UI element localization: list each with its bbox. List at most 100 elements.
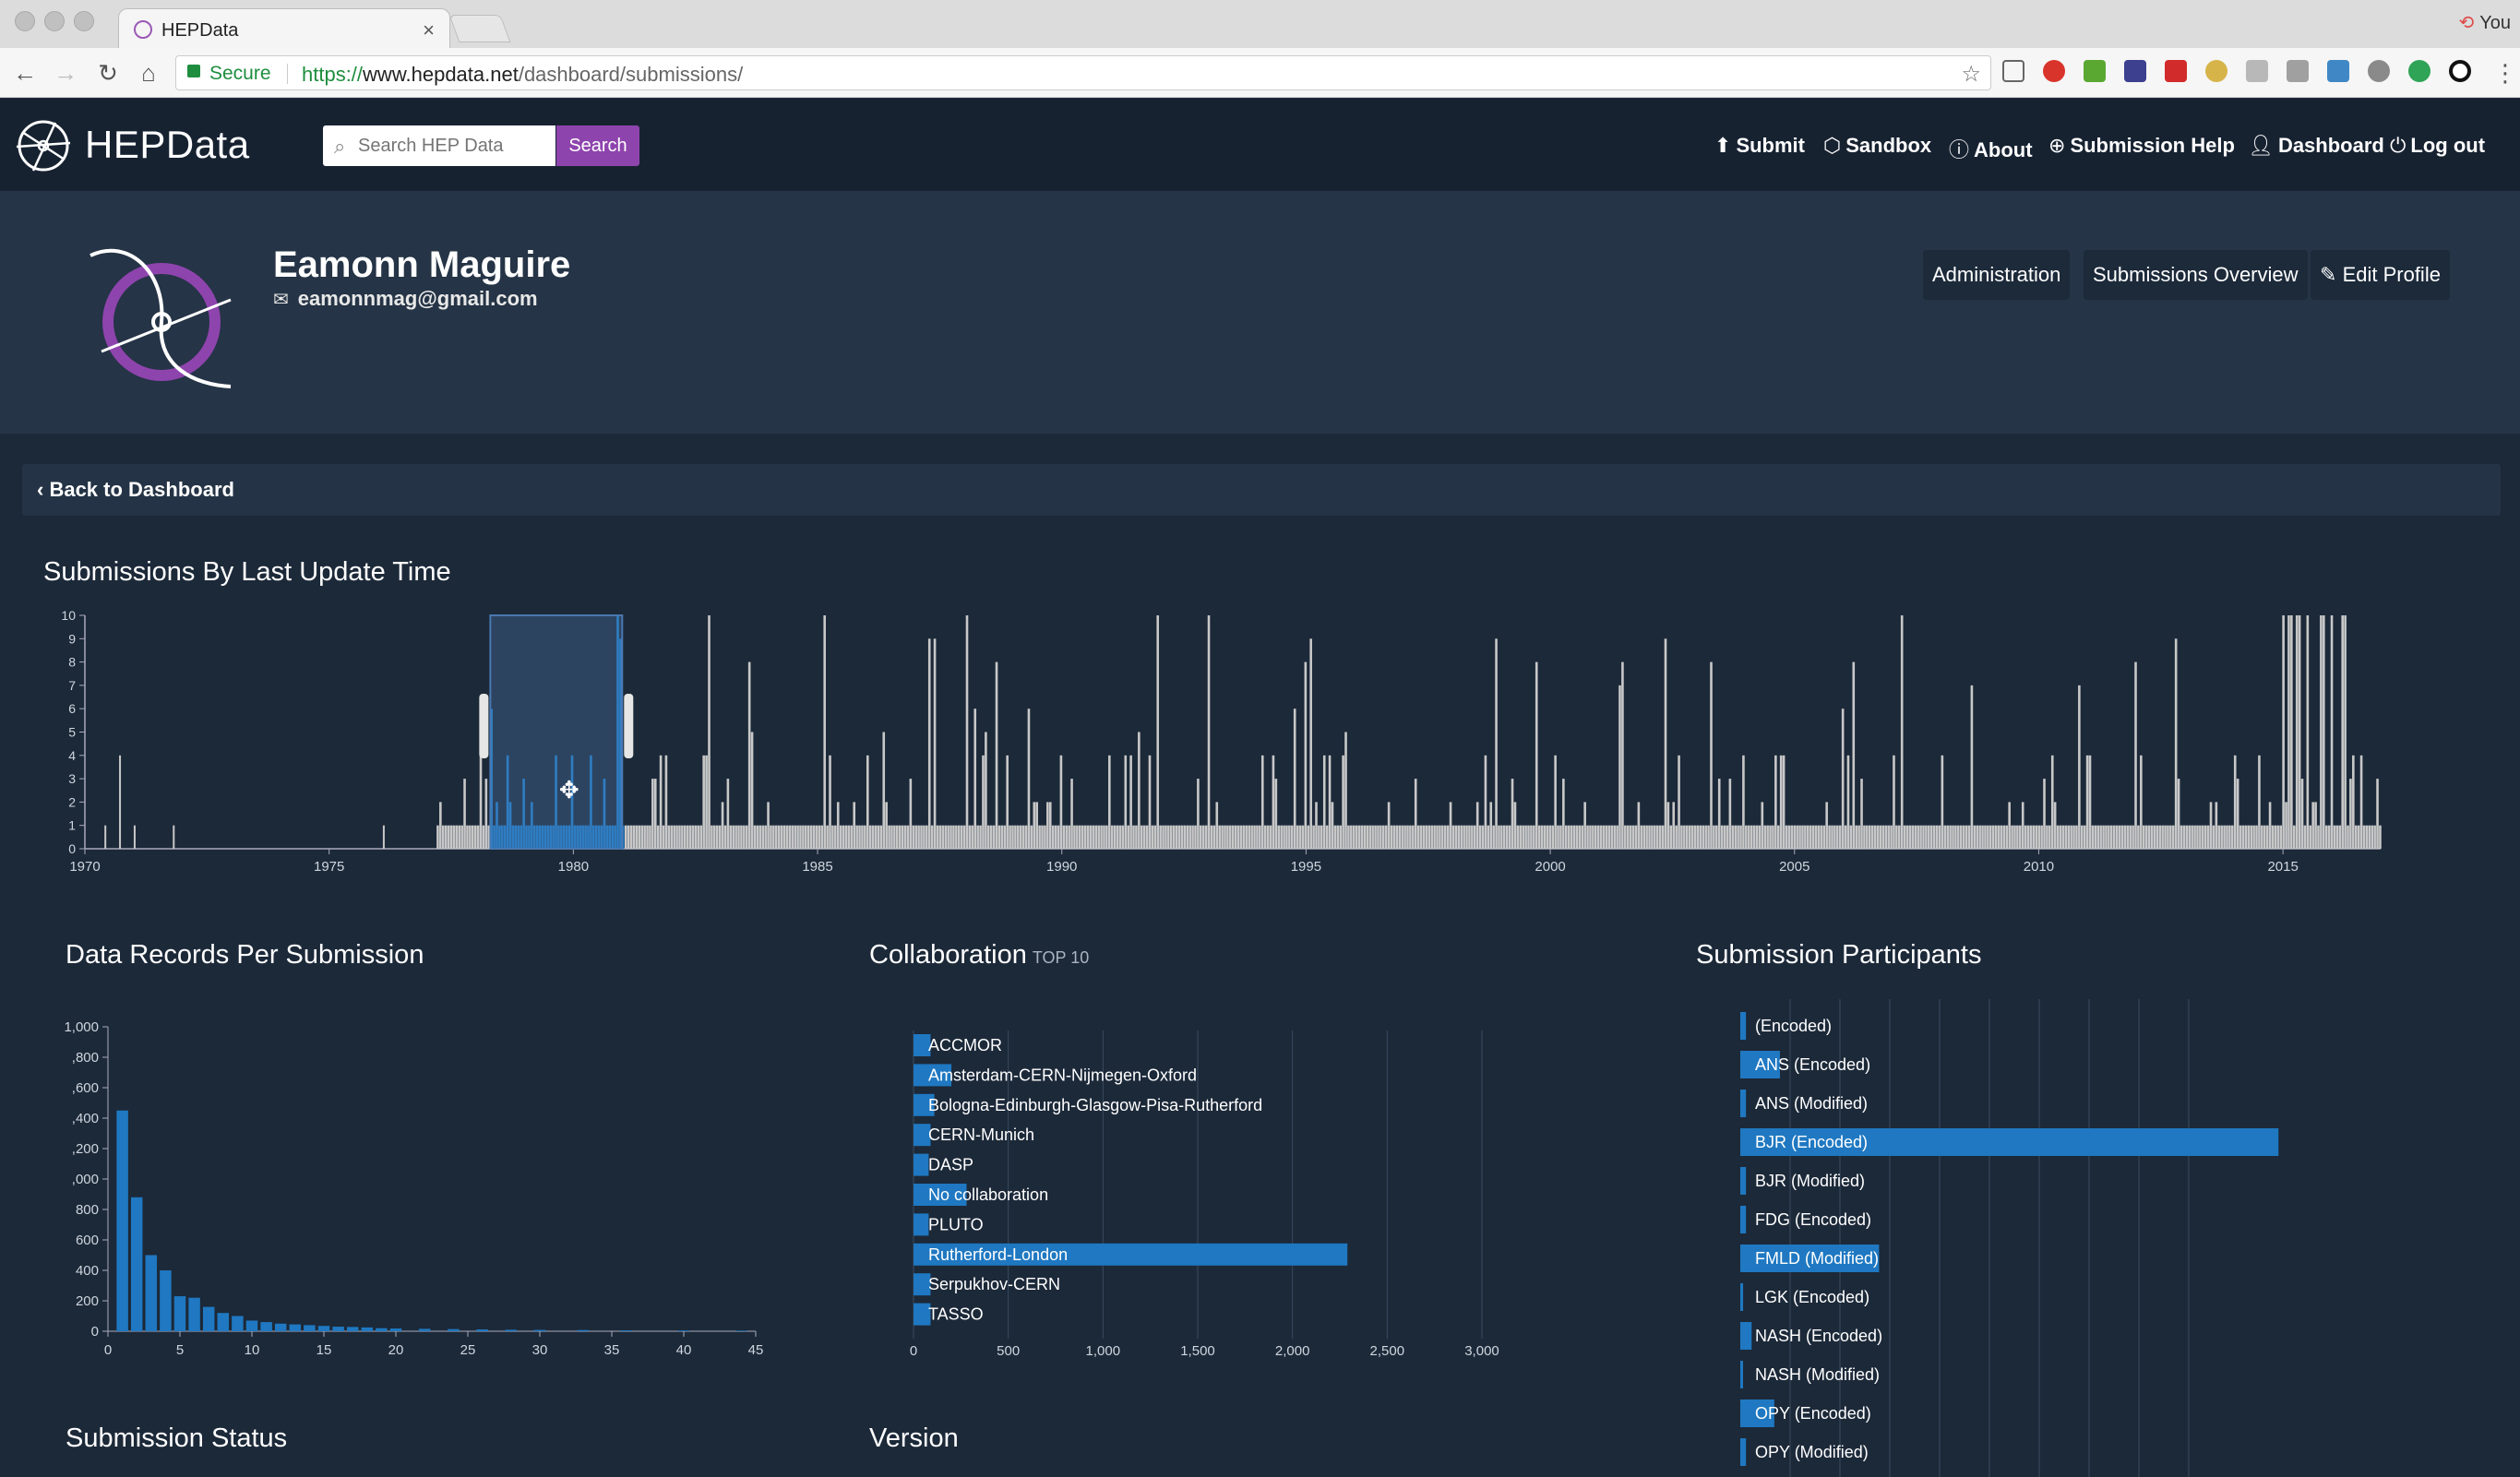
collaboration-subtitle: TOP 10	[1032, 948, 1090, 967]
reload-icon[interactable]: ↻	[94, 59, 122, 88]
bookmark-star-icon[interactable]: ☆	[1961, 61, 1981, 88]
tree-extension-icon[interactable]	[2084, 60, 2106, 82]
records-bar	[145, 1255, 158, 1331]
timeline-bar	[133, 825, 136, 849]
cors-extension-icon[interactable]	[2165, 60, 2187, 82]
timeline-bar	[2105, 825, 2108, 849]
hand-extension-icon[interactable]	[2246, 60, 2268, 82]
grid-extension-icon[interactable]	[2287, 60, 2309, 82]
search-input[interactable]	[358, 133, 547, 159]
angular-extension-icon[interactable]	[2368, 60, 2390, 82]
screenshot-extension-icon[interactable]	[2327, 60, 2349, 82]
timeline-bar	[2362, 825, 2366, 849]
timeline-bar	[732, 825, 735, 849]
timeline-bar	[1269, 825, 1272, 849]
nav-about-link[interactable]: ⓘ About	[1949, 134, 2033, 163]
timeline-bar	[809, 825, 813, 849]
browser-tab[interactable]: HEPData ×	[118, 8, 450, 49]
timeline-bar	[1535, 661, 1538, 849]
submissions-overview-button[interactable]: Submissions Overview	[2084, 250, 2308, 300]
timeline-bar	[651, 779, 654, 849]
participants-chart[interactable]: (Encoded) ANS (Encoded) ANS (Modified) BJR …	[1726, 992, 2390, 1477]
timeline-bar	[912, 825, 915, 849]
nav-logout-link[interactable]: ⏻ Log out	[2390, 134, 2485, 158]
tab-close-icon[interactable]: ×	[423, 18, 435, 42]
nav-sandbox-label: Sandbox	[1845, 134, 1932, 157]
records-bar	[202, 1306, 215, 1331]
secure-label: Secure	[209, 63, 271, 84]
window-close-button[interactable]	[15, 11, 35, 31]
move-cursor-icon: ✥	[559, 776, 579, 804]
timeline-bar	[992, 825, 996, 849]
timeline-bar	[627, 825, 630, 849]
timeline-bar	[1508, 825, 1511, 849]
timeline-bar	[1035, 802, 1039, 849]
timeline-bar	[2024, 825, 2027, 849]
nav-help-link[interactable]: ⊕ Submission Help	[2048, 134, 2235, 158]
back-to-dashboard-link[interactable]: ‹ Back to Dashboard	[37, 478, 234, 502]
timeline-bar	[1610, 825, 1614, 849]
forward-arrow-icon[interactable]: →	[52, 59, 79, 88]
search-button[interactable]: Search	[556, 125, 639, 166]
timeline-bar	[1785, 825, 1788, 849]
window-minimize-button[interactable]	[44, 11, 65, 31]
timeline-bar	[1164, 825, 1167, 849]
timeline-bar	[1159, 825, 1162, 849]
back-arrow-icon[interactable]: ←	[11, 59, 39, 88]
timeline-bar	[903, 825, 907, 849]
coin-extension-icon[interactable]	[2205, 60, 2227, 82]
ring-extension-icon[interactable]	[2449, 60, 2471, 82]
timeline-bar	[965, 615, 969, 849]
timeline-bar	[1094, 825, 1098, 849]
timeline-bar	[2239, 825, 2242, 849]
timeline-bar	[1967, 825, 1971, 849]
green-extension-icon[interactable]	[2408, 60, 2430, 82]
timeline-bar	[1142, 825, 1146, 849]
url-text[interactable]: https://www.hepdata.net/dashboard/submis…	[302, 63, 743, 87]
timeline-bar	[745, 825, 748, 849]
records-chart[interactable]: 0 200 400 600 800 ,000 ,200 ,400 ,600 ,800 1,000 0 5…	[55, 1010, 794, 1361]
timeline-bar	[1919, 825, 1922, 849]
records-x-tick-label: 40	[676, 1342, 692, 1358]
timeline-bar	[1737, 825, 1739, 849]
timeline-bar	[1551, 825, 1555, 849]
records-bar	[418, 1328, 431, 1331]
home-icon[interactable]: ⌂	[135, 59, 162, 88]
timeline-bar	[997, 825, 1001, 849]
administration-button[interactable]: Administration	[1923, 250, 2071, 300]
timeline-bar	[1033, 802, 1036, 849]
nav-sandbox-link[interactable]: ⬡ Sandbox	[1823, 134, 1931, 158]
timeline-bar	[2365, 825, 2369, 849]
timeline-bar	[1460, 825, 1463, 849]
site-logo-text[interactable]: HEPData	[85, 123, 250, 167]
browser-menu-icon[interactable]: ⋮	[2491, 59, 2519, 88]
timeline-bar	[1492, 825, 1495, 849]
timeline-chart[interactable]: 0 1 2 3 4 5 6 7 8 9 10 1970 1975 1980 1985 1990 1995 2000…	[37, 604, 2399, 881]
cast-icon[interactable]	[2002, 60, 2024, 82]
window-maximize-button[interactable]	[74, 11, 94, 31]
timeline-y-tick-label: 1	[68, 818, 76, 833]
nav-submit-link[interactable]: ⬆ Submit	[1714, 134, 1805, 158]
timeline-bar	[1312, 825, 1315, 849]
collaboration-chart[interactable]: 0 500 1,000 1,500 2,000 2,500 3,000 ACCMOR Amste…	[886, 1010, 1532, 1361]
timeline-x-tick-label: 2005	[1779, 859, 1809, 875]
timeline-bar	[927, 638, 931, 849]
address-bar[interactable]: Secure https://www.hepdata.net/dashboard…	[175, 55, 1991, 90]
browser-profile-button[interactable]: ⟲ You	[2458, 11, 2511, 34]
timeline-bar	[2330, 615, 2334, 849]
hepdata-logo-icon[interactable]	[13, 115, 74, 176]
timeline-bar	[726, 779, 730, 849]
browser-toolbar: ← → ↻ ⌂ Secure https://www.hepdata.net/d…	[0, 48, 2520, 98]
new-tab-button[interactable]	[448, 15, 511, 42]
timeline-bar	[449, 825, 453, 849]
opera-extension-icon[interactable]	[2043, 60, 2065, 82]
timeline-bar	[1352, 825, 1356, 849]
timeline-bar	[2102, 825, 2105, 849]
video-extension-icon[interactable]	[2124, 60, 2146, 82]
nav-dashboard-link[interactable]: 👤︎ Dashboard	[2248, 134, 2384, 158]
timeline-bar	[1014, 825, 1017, 849]
edit-profile-button[interactable]: ✎ Edit Profile	[2311, 250, 2450, 300]
timeline-bar	[2191, 825, 2193, 849]
timeline-bar	[1395, 825, 1399, 849]
search-box[interactable]: ⌕	[323, 125, 555, 166]
